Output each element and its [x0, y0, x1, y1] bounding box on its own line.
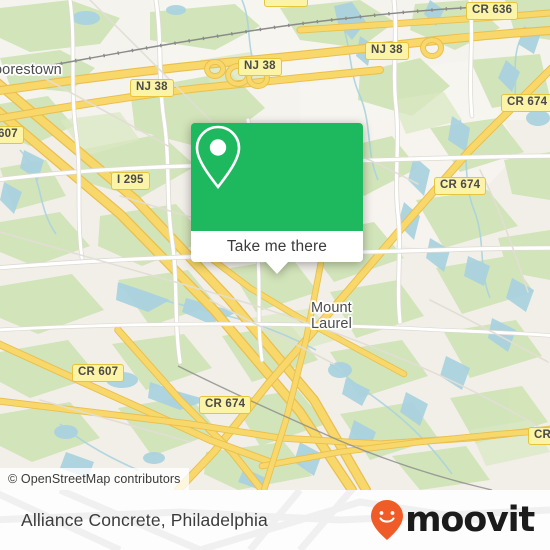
place-name: Alliance Concrete, Philadelphia — [21, 509, 268, 530]
road-shield-cr674-b: CR 674 — [434, 177, 487, 195]
road-shield-top-clipped: NJ 38 — [264, 0, 308, 7]
road-shield-cr674-c: CR 674 — [199, 396, 252, 414]
moovit-wordmark: moovit — [405, 499, 535, 540]
road-shield-cr607-b: CR 607 — [72, 364, 125, 382]
road-shield-nj38-c: NJ 38 — [130, 79, 174, 97]
moovit-logo[interactable]: moovit — [370, 499, 535, 541]
popup-pin-area — [191, 123, 363, 231]
road-shield-i295: I 295 — [111, 172, 150, 190]
road-shield-cr-edge: CR — [528, 427, 550, 445]
map-screen: .water { fill:#aad3df; } .wline { stroke… — [0, 0, 550, 550]
road-shield-cr636: CR 636 — [466, 2, 519, 20]
road-shield-cr674-a: CR 674 — [501, 94, 550, 112]
map-pin-icon — [195, 125, 241, 190]
osm-attribution-text: © OpenStreetMap contributors — [8, 472, 181, 486]
popup-action-area[interactable]: Take me there — [191, 231, 363, 274]
popup-tail — [265, 261, 289, 274]
take-me-there-popup[interactable]: Take me there — [191, 123, 363, 274]
footer-bar: Alliance Concrete, Philadelphia moovit — [0, 490, 550, 550]
road-shield-cr607-a: 607 — [0, 126, 24, 144]
road-shield-nj38-a: NJ 38 — [365, 42, 409, 60]
osm-attribution[interactable]: © OpenStreetMap contributors — [0, 468, 189, 490]
moovit-pin-smile-icon — [371, 500, 404, 540]
take-me-there-label: Take me there — [226, 237, 328, 255]
road-shield-nj38-b: NJ 38 — [238, 58, 282, 76]
map-canvas[interactable]: .water { fill:#aad3df; } .wline { stroke… — [0, 0, 550, 490]
